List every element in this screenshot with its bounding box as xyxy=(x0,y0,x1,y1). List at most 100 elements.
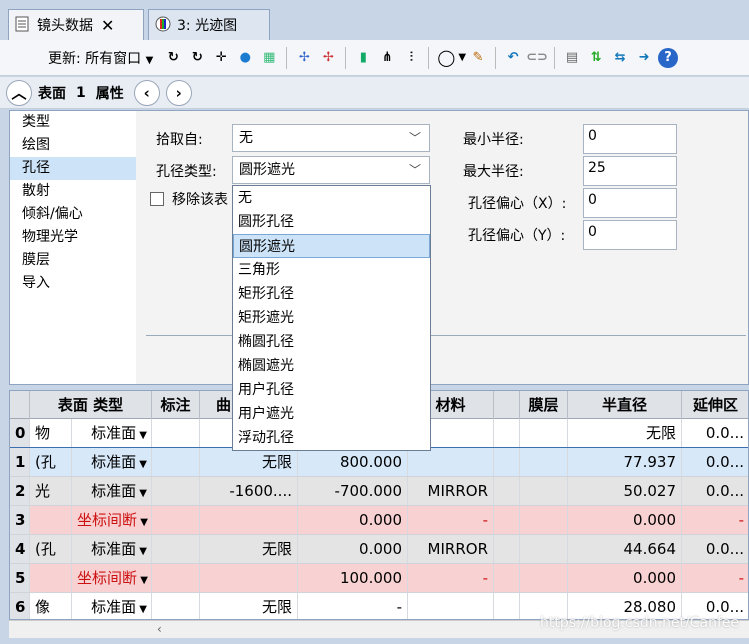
aperture-type-select[interactable]: 圆形遮光 ﹀ xyxy=(232,156,430,184)
chevron-down-icon[interactable]: ▼ xyxy=(136,430,147,441)
table-cell-c2[interactable]: 无限 xyxy=(200,535,298,563)
close-icon[interactable]: ✕ xyxy=(101,16,114,35)
header-coating[interactable]: 膜层 xyxy=(520,391,568,419)
right-arrow-icon[interactable]: ➜ xyxy=(634,48,654,68)
table-cell-type[interactable]: 标准面 ▼ xyxy=(72,535,152,563)
chevron-down-icon[interactable]: ▼ xyxy=(137,575,148,586)
tab-lens-data[interactable]: 镜头数据 ✕ xyxy=(8,9,144,40)
table-cell-material[interactable] xyxy=(408,593,494,619)
table-cell-c5[interactable] xyxy=(494,506,520,534)
chevron-down-icon[interactable]: ▼ xyxy=(136,488,147,499)
table-cell-c1[interactable] xyxy=(152,593,200,619)
toggle-icon[interactable]: ⊂⊃ xyxy=(526,48,548,68)
table-cell-coat[interactable] xyxy=(520,535,568,563)
table-cell-material[interactable]: - xyxy=(408,564,494,592)
table-row[interactable]: 4 (孔 标准面 ▼ 无限 0.000 MIRROR 44.664 0.0... xyxy=(10,535,748,564)
refresh-icon[interactable]: ↻ xyxy=(163,48,183,68)
table-cell-ext[interactable]: - xyxy=(682,564,748,592)
dropdown-option[interactable]: 椭圆孔径 xyxy=(233,330,430,354)
category-physical-optics[interactable]: 物理光学 xyxy=(10,226,136,249)
category-scatter[interactable]: 散射 xyxy=(10,180,136,203)
table-cell-obj[interactable]: 光 xyxy=(30,477,72,505)
category-tilt-decenter[interactable]: 倾斜/偏心 xyxy=(10,203,136,226)
dropdown-option[interactable]: 矩形遮光 xyxy=(233,306,430,330)
page-icon[interactable]: ▤ xyxy=(562,48,582,68)
next-surface-button[interactable]: › xyxy=(165,79,192,106)
table-cell-ext[interactable]: 0.0... xyxy=(682,477,748,505)
table-cell-material[interactable] xyxy=(408,448,494,476)
dropdown-option[interactable]: 矩形孔径 xyxy=(233,282,430,306)
globe-icon[interactable]: ● xyxy=(235,48,255,68)
category-import[interactable]: 导入 xyxy=(10,272,136,295)
table-cell-ext[interactable]: 0.0... xyxy=(682,419,748,447)
brush-icon[interactable]: ✎ xyxy=(468,48,488,68)
header-extension[interactable]: 延伸区 xyxy=(682,391,748,419)
undo-icon[interactable]: ↶ xyxy=(503,48,523,68)
chevron-down-icon[interactable]: ▼ xyxy=(136,459,147,470)
chevron-down-icon[interactable]: ▼ xyxy=(137,517,148,528)
table-cell-obj[interactable]: (孔 xyxy=(30,535,72,563)
table-cell-c3[interactable]: - xyxy=(298,593,408,619)
table-cell-coat[interactable] xyxy=(520,564,568,592)
table-cell-semi[interactable]: 无限 xyxy=(568,419,682,447)
table-cell-c5[interactable] xyxy=(494,448,520,476)
table-cell-c2[interactable] xyxy=(200,564,298,592)
table-cell-type[interactable]: 标准面 ▼ xyxy=(72,593,152,619)
category-coating[interactable]: 膜层 xyxy=(10,249,136,272)
header-comment[interactable]: 标注 xyxy=(152,391,200,419)
min-radius-input[interactable]: 0 xyxy=(583,124,677,154)
table-cell-c2[interactable]: 无限 xyxy=(200,593,298,619)
table-cell-material[interactable]: MIRROR xyxy=(408,535,494,563)
table-cell-semi[interactable]: 44.664 xyxy=(568,535,682,563)
chevron-down-icon[interactable]: ▼ xyxy=(136,546,147,557)
crosshair-icon[interactable]: ✛ xyxy=(211,48,231,68)
table-cell-c1[interactable] xyxy=(152,419,200,447)
dropdown-option[interactable]: 用户遮光 xyxy=(233,402,430,426)
table-cell-obj[interactable] xyxy=(30,564,72,592)
table-row[interactable]: 5 坐标间断 ▼ 100.000-0.000- xyxy=(10,564,748,593)
category-aperture[interactable]: 孔径 xyxy=(10,157,136,180)
table-cell-c3[interactable]: 0.000 xyxy=(298,506,408,534)
table-cell-c5[interactable] xyxy=(494,593,520,619)
table-cell-type[interactable]: 坐标间断 ▼ xyxy=(72,506,152,534)
dropdown-option[interactable]: 无 xyxy=(233,186,430,210)
table-cell-coat[interactable] xyxy=(520,477,568,505)
table-cell-coat[interactable] xyxy=(520,506,568,534)
table-cell-c1[interactable] xyxy=(152,564,200,592)
table-cell-c3[interactable]: 100.000 xyxy=(298,564,408,592)
max-radius-input[interactable]: 25 xyxy=(583,156,677,186)
table-cell-c2[interactable] xyxy=(200,506,298,534)
table-cell-semi[interactable]: 50.027 xyxy=(568,477,682,505)
table-cell-coat[interactable] xyxy=(520,448,568,476)
insert-surface-icon[interactable]: ✢ xyxy=(294,48,314,68)
lens-icon-3[interactable]: ⫶ xyxy=(401,48,421,68)
table-cell-c2[interactable]: 无限 xyxy=(200,448,298,476)
table-cell-semi[interactable]: 77.937 xyxy=(568,448,682,476)
decenter-y-input[interactable]: 0 xyxy=(583,220,677,250)
previous-surface-button[interactable]: ‹ xyxy=(133,79,160,106)
collapse-up-icon[interactable]: ︿ xyxy=(6,79,32,106)
table-cell-c5[interactable] xyxy=(494,564,520,592)
dropdown-option[interactable]: 椭圆遮光 xyxy=(233,354,430,378)
lens-icon-2[interactable]: ⋔ xyxy=(377,48,397,68)
table-cell-c1[interactable] xyxy=(152,477,200,505)
table-row[interactable]: 1 (孔 标准面 ▼ 无限 800.000 77.937 0.0... xyxy=(10,447,748,478)
collapse-arrows-icon[interactable]: ⇆ xyxy=(610,48,630,68)
chevron-down-icon[interactable]: ▼ xyxy=(458,52,466,63)
tab-ray-plot[interactable]: 3: 光迹图 xyxy=(148,9,270,40)
table-cell-coat[interactable] xyxy=(520,419,568,447)
header-material-solve[interactable] xyxy=(494,391,520,419)
table-cell-c5[interactable] xyxy=(494,535,520,563)
dropdown-option[interactable]: 三角形 xyxy=(233,258,430,282)
table-cell-type[interactable]: 坐标间断 ▼ xyxy=(72,564,152,592)
table-row[interactable]: 3 坐标间断 ▼ 0.000-0.000- xyxy=(10,506,748,535)
table-cell-c5[interactable] xyxy=(494,419,520,447)
table-cell-ext[interactable]: 0.0... xyxy=(682,448,748,476)
header-surface-type[interactable]: 表面 类型 xyxy=(30,391,152,419)
header-semi-diameter[interactable]: 半直径 xyxy=(568,391,682,419)
table-cell-semi[interactable]: 0.000 xyxy=(568,506,682,534)
help-icon[interactable]: ? xyxy=(658,47,679,68)
category-draw[interactable]: 绘图 xyxy=(10,134,136,157)
table-cell-type[interactable]: 标准面 ▼ xyxy=(72,448,152,476)
dropdown-option[interactable]: 圆形孔径 xyxy=(233,210,430,234)
